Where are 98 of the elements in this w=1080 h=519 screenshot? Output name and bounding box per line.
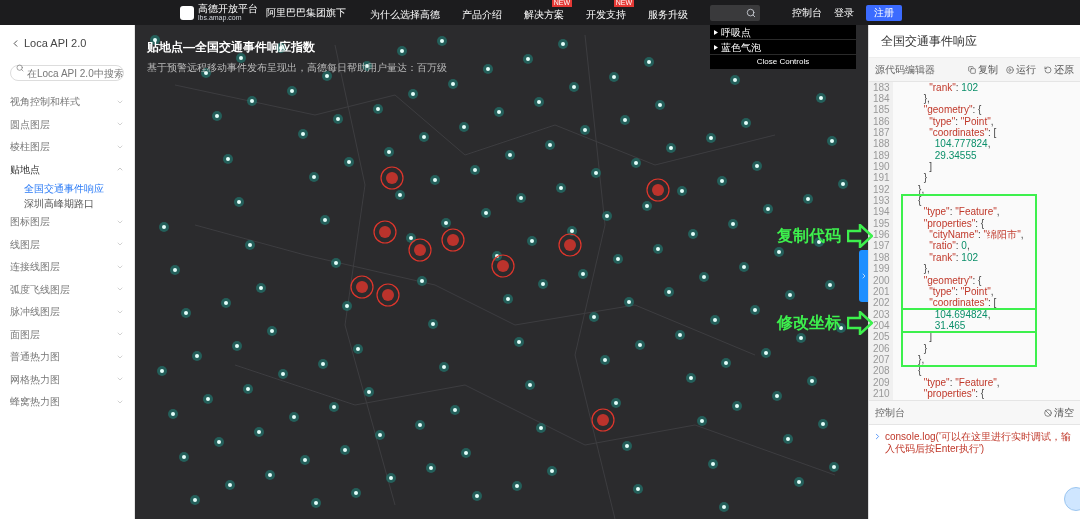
line-number: 187 xyxy=(869,127,893,139)
line-number: 207 xyxy=(869,354,893,366)
back-link[interactable]: Loca API 2.0 xyxy=(10,35,124,52)
code-text: }, xyxy=(922,93,930,104)
line-number: 193 xyxy=(869,195,893,207)
code-text: ] xyxy=(928,161,932,173)
code-text: { xyxy=(917,195,922,207)
line-number: 202 xyxy=(869,297,893,309)
sidebar-item[interactable]: 连接线图层 xyxy=(10,255,124,278)
code-text: 29.34555 xyxy=(933,149,977,161)
sidebar-item[interactable]: 图标图层 xyxy=(10,210,124,233)
code-text: } xyxy=(922,342,927,354)
line-number: 186 xyxy=(869,116,893,128)
nav-link[interactable]: 服务升级 xyxy=(648,8,688,20)
close-controls-button[interactable]: Close Controls xyxy=(710,55,856,69)
line-number: 208 xyxy=(869,365,893,377)
code-text: "cityName": "绵阳市", xyxy=(928,229,1024,241)
code-text: }, xyxy=(922,263,930,275)
code-text: "geometry": { xyxy=(922,104,982,116)
annotation-label: 复制代码 xyxy=(777,226,841,246)
code-text: "rank": 102 xyxy=(929,251,979,263)
code-text: "properties": { xyxy=(922,387,985,399)
clear-icon xyxy=(1044,408,1052,417)
line-number: 184 xyxy=(869,93,893,105)
sidebar-item[interactable]: 贴地点 xyxy=(10,158,124,181)
sidebar-item[interactable]: 线图层 xyxy=(10,233,124,256)
toolbar-button[interactable]: 复制 xyxy=(968,62,998,77)
map-subtitle: 基于预警远程移动事件发布呈现出，高德每日帮助用户量达：百万级 xyxy=(147,61,447,75)
copy-icon xyxy=(968,65,976,74)
line-number: 192 xyxy=(869,184,893,196)
search-icon xyxy=(746,7,756,18)
sidebar-item[interactable]: 脉冲线图层 xyxy=(10,300,124,323)
sidebar-item[interactable]: 蜂窝热力图 xyxy=(10,390,124,413)
line-number: 210 xyxy=(869,388,893,400)
controls-folder[interactable]: 呼吸点 xyxy=(721,25,751,40)
tagline: 阿里巴巴集团旗下 xyxy=(266,6,346,20)
code-text: 104.777824, xyxy=(933,138,991,150)
console-input[interactable]: console.log('可以在这里进行实时调试，输入代码后按Enter执行') xyxy=(885,431,1076,455)
editor-label: 源代码编辑器 xyxy=(875,63,935,77)
register-button[interactable]: 注册 xyxy=(866,4,902,21)
arrow-icon xyxy=(847,311,873,335)
triangle-icon xyxy=(714,44,718,50)
sidebar-item[interactable]: 普通热力图 xyxy=(10,345,124,368)
line-number: 189 xyxy=(869,150,893,162)
code-text: "geometry": { xyxy=(922,274,982,286)
line-number: 183 xyxy=(869,82,893,94)
sidebar-item[interactable]: 棱柱图层 xyxy=(10,135,124,158)
sidebar-subitem[interactable]: 全国交通事件响应 xyxy=(10,180,124,196)
line-number: 199 xyxy=(869,263,893,275)
line-number: 205 xyxy=(869,331,893,343)
code-text: } xyxy=(922,172,927,184)
search-icon xyxy=(16,63,24,72)
code-text: "type": "Point", xyxy=(929,285,994,297)
line-number: 198 xyxy=(869,252,893,264)
code-text: "type": "Point", xyxy=(928,115,994,127)
sidebar-item[interactable]: 弧度飞线图层 xyxy=(10,278,124,301)
logo-title: 高德开放平台 xyxy=(198,4,258,14)
panel-collapse-handle[interactable] xyxy=(859,250,868,302)
line-number: 204 xyxy=(869,320,893,332)
nav-link[interactable]: 解决方案 xyxy=(524,8,564,20)
code-text: "rank": 102 xyxy=(929,82,979,93)
prompt-icon xyxy=(873,432,882,441)
code-text: 31.465 xyxy=(933,319,966,331)
toolbar-button[interactable]: 还原 xyxy=(1044,62,1074,77)
code-text: "coordinates": [ xyxy=(928,127,997,139)
nav-link[interactable]: 为什么选择高德 xyxy=(370,8,440,20)
code-text: "ratio": 0, xyxy=(928,240,970,252)
undo-icon xyxy=(1044,65,1052,74)
sidebar-item[interactable]: 面图层 xyxy=(10,323,124,346)
code-text: 104.694824, xyxy=(933,308,991,320)
annotation-label: 修改坐标 xyxy=(777,313,841,333)
toolbar-button[interactable]: 运行 xyxy=(1006,62,1036,77)
search-field[interactable] xyxy=(710,4,760,21)
sidebar-subitem[interactable]: 深圳高峰期路口 xyxy=(10,195,124,211)
line-number: 201 xyxy=(869,286,893,298)
code-text: "type": "Feature", xyxy=(922,206,1000,218)
controls-folder[interactable]: 蓝色气泡 xyxy=(721,39,761,55)
play-icon xyxy=(1006,65,1014,74)
triangle-icon xyxy=(714,29,718,35)
console-label: 控制台 xyxy=(875,406,905,420)
search-field[interactable]: 在Loca API 2.0中搜索 xyxy=(10,65,124,81)
arrow-icon xyxy=(847,224,873,248)
nav-link[interactable]: 开发支持 xyxy=(586,8,626,20)
clear-button[interactable]: 清空 xyxy=(1044,405,1074,420)
nav-link[interactable]: 产品介绍 xyxy=(462,8,502,20)
line-number: 196 xyxy=(869,229,893,241)
code-text: "coordinates": [ xyxy=(928,297,997,309)
map-title: 贴地点—全国交通事件响应指数 xyxy=(147,39,316,56)
logo-icon xyxy=(180,5,194,20)
line-number: 190 xyxy=(869,161,893,173)
sidebar-item[interactable]: 圆点图层 xyxy=(10,113,124,136)
code-text: "properties": { xyxy=(922,217,985,229)
header-link[interactable]: 控制台 xyxy=(792,5,822,20)
code-text: "type": "Feature", xyxy=(922,376,1000,388)
sidebar-item[interactable]: 网格热力图 xyxy=(10,368,124,391)
sidebar-item[interactable]: 视角控制和样式 xyxy=(10,90,124,113)
header-link[interactable]: 登录 xyxy=(834,5,854,20)
line-number: 195 xyxy=(869,218,893,230)
